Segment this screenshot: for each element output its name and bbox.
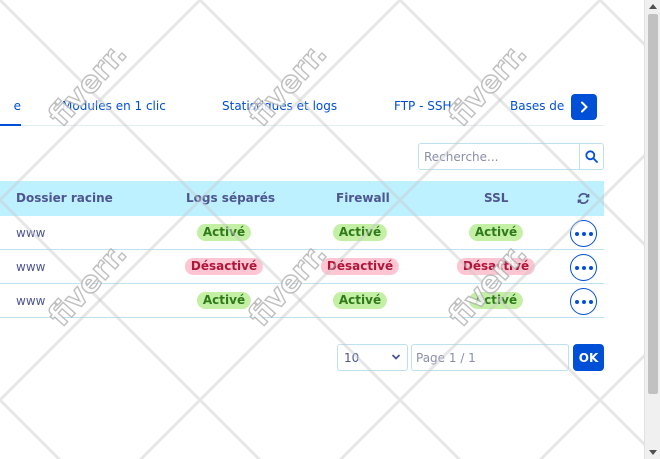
tab-active[interactable]: e [0,99,21,126]
scroll-down-arrow-icon[interactable] [649,450,657,455]
row-actions-button[interactable] [570,254,597,281]
tab-active-label: e [13,99,21,113]
page-indicator: Page 1 / 1 [416,351,476,365]
column-header-ssl: SSL [484,191,509,205]
row-actions-button[interactable] [570,220,597,247]
ok-button[interactable]: OK [573,344,604,371]
chevron-right-icon [581,101,588,113]
search-icon [585,150,598,163]
logs-status-badge: Désactivé [184,258,264,275]
firewall-status-badge: Activé [332,224,388,241]
search-box [418,143,604,170]
page-size-value: 10 [344,351,360,365]
root-folder-cell: www [16,260,46,274]
ssl-status-badge: Activé [468,224,524,241]
column-header-separate-logs: Logs séparés [186,191,275,205]
page-indicator-field[interactable]: Page 1 / 1 [411,344,569,371]
tab-statistics[interactable]: Statistiques et logs [222,99,337,113]
hosting-table: Dossier racine Logs séparés Firewall SSL… [0,181,604,318]
vertical-scrollbar[interactable] [644,0,660,459]
more-options-icon [574,299,593,304]
search-input[interactable] [419,144,579,169]
ssl-status-badge: Activé [468,292,524,309]
table-row: www Activé Activé Activé [0,284,604,318]
row-actions-button[interactable] [570,288,597,315]
tab-ftp-ssh[interactable]: FTP - SSH [394,99,451,113]
table-header: Dossier racine Logs séparés Firewall SSL [0,181,604,216]
tab-modules[interactable]: Modules en 1 clic [62,99,166,113]
column-header-firewall: Firewall [336,191,390,205]
tabs-next-button[interactable] [571,94,597,120]
refresh-icon[interactable] [577,192,590,205]
search-button[interactable] [579,144,603,169]
tab-databases[interactable]: Bases de [510,99,564,113]
root-folder-cell: www [16,294,46,308]
scroll-up-arrow-icon[interactable] [649,4,657,9]
ssl-status-badge: Désactivé [456,258,536,275]
logs-status-badge: Activé [196,292,252,309]
logs-status-badge: Activé [196,224,252,241]
table-row: www Désactivé Désactivé Désactivé [0,250,604,284]
page-size-select[interactable]: 10 [337,344,408,371]
more-options-icon [574,265,593,270]
firewall-status-badge: Désactivé [320,258,400,275]
table-row: www Activé Activé Activé [0,216,604,250]
tab-bar: e Modules en 1 clic Statistiques et logs… [0,92,604,126]
firewall-status-badge: Activé [332,292,388,309]
column-header-root-folder: Dossier racine [16,191,113,205]
root-folder-cell: www [16,226,46,240]
more-options-icon [574,231,593,236]
chevron-down-icon [391,354,401,360]
scrollbar-thumb[interactable] [648,14,658,394]
